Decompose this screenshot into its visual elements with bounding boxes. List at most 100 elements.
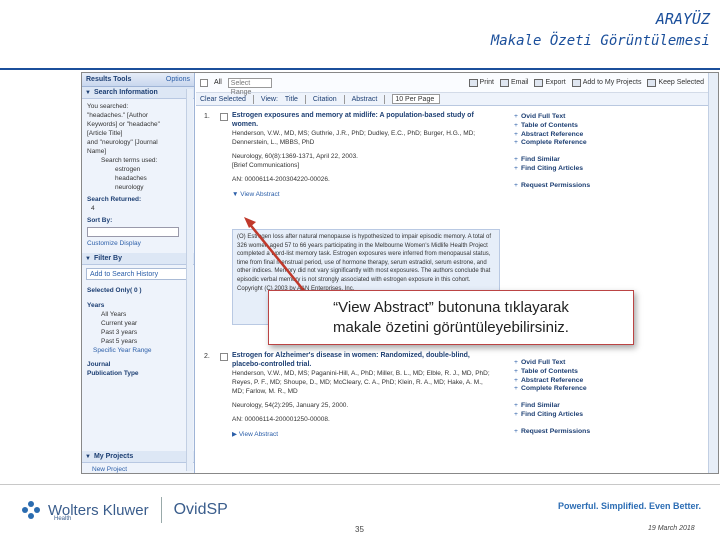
table-of-contents-link[interactable]: + Table of Contents bbox=[514, 122, 624, 131]
title-divider bbox=[0, 68, 720, 70]
sort-by-select[interactable] bbox=[87, 227, 179, 237]
result-authors: Henderson, V.W., MD, MS; Paganini-Hill, … bbox=[232, 370, 490, 395]
divider bbox=[304, 94, 306, 104]
result-number: 1. bbox=[204, 113, 210, 120]
per-page-select[interactable]: 10 Per Page bbox=[392, 94, 441, 104]
select-all-checkbox[interactable] bbox=[200, 78, 208, 87]
collapse-icon: ▼ bbox=[232, 191, 241, 198]
divider bbox=[252, 94, 254, 104]
callout-line2: makale özetini görüntüleyebilirsiniz. bbox=[333, 319, 569, 336]
result-title[interactable]: Estrogen for Alzheimer's disease in wome… bbox=[232, 351, 494, 369]
find-citing-articles-link[interactable]: + Find Citing Articles bbox=[514, 411, 624, 420]
pin-icon bbox=[647, 78, 657, 87]
you-searched-line: and "neurology" [Journal bbox=[87, 139, 158, 146]
years-option[interactable]: Past 3 years bbox=[87, 328, 189, 337]
expand-icon: ▶ bbox=[232, 431, 239, 438]
abstract-reference-link[interactable]: + Abstract Reference bbox=[514, 131, 624, 140]
find-similar-link[interactable]: + Find Similar bbox=[514, 402, 624, 411]
customize-display-link[interactable]: Customize Display bbox=[87, 239, 189, 248]
years-option[interactable]: All Years bbox=[87, 310, 189, 319]
results-tools-header: Results Tools Options bbox=[82, 73, 194, 87]
view-toolbar: Clear Selected View: Title Citation Abst… bbox=[196, 93, 708, 106]
you-searched-line: Keywords] or "headache" bbox=[87, 121, 160, 128]
title-view-link[interactable]: Title bbox=[285, 96, 298, 103]
results-toolbar: All Select Range Print Email Export Add … bbox=[196, 73, 708, 96]
export-icon bbox=[534, 78, 544, 87]
complete-reference-link[interactable]: + Complete Reference bbox=[514, 139, 624, 148]
request-permissions-link[interactable]: + Request Permissions bbox=[514, 182, 624, 191]
slide-title-line2: Makale Özeti Görüntülemesi bbox=[490, 33, 710, 49]
search-term[interactable]: headaches bbox=[87, 174, 189, 183]
result-authors: Henderson, V.W., MD, MS; Guthrie, J.R., … bbox=[232, 130, 476, 146]
result-citation: Estrogen exposures and memory at midlife… bbox=[232, 111, 494, 199]
my-projects-header[interactable]: ▼ My Projects bbox=[82, 451, 194, 463]
result-checkbox[interactable] bbox=[220, 353, 228, 361]
clear-selected-link[interactable]: Clear Selected bbox=[200, 96, 246, 103]
ovid-full-text-link[interactable]: + Ovid Full Text bbox=[514, 113, 624, 122]
email-button[interactable]: Email bbox=[499, 78, 528, 87]
search-terms-label: Search terms used: bbox=[101, 157, 158, 164]
add-to-search-history-button[interactable]: Add to Search History bbox=[86, 268, 190, 280]
find-citing-articles-link[interactable]: + Find Citing Articles bbox=[514, 165, 624, 174]
years-filter-label[interactable]: Years bbox=[87, 301, 189, 310]
abstract-reference-link[interactable]: + Abstract Reference bbox=[514, 377, 624, 386]
results-tools-title: Results Tools bbox=[86, 76, 132, 83]
search-term[interactable]: neurology bbox=[87, 183, 189, 192]
result-article-type: [Brief Communications] bbox=[232, 162, 300, 169]
view-label: View: bbox=[260, 95, 278, 103]
view-abstract-link[interactable]: ▶ View Abstract bbox=[232, 430, 494, 439]
you-searched-line: Name] bbox=[87, 148, 107, 155]
instruction-callout: “View Abstract” butonuna tıklayarak maka… bbox=[268, 290, 634, 345]
table-of-contents-link[interactable]: + Table of Contents bbox=[514, 368, 624, 377]
result-accession: AN: 00006114-200001250-00008. bbox=[232, 416, 330, 423]
result-links: + Ovid Full Text + Table of Contents + Abst… bbox=[514, 113, 624, 191]
options-link[interactable]: Options bbox=[166, 76, 190, 83]
logo-divider bbox=[160, 497, 162, 523]
publication-type-filter-label[interactable]: Publication Type bbox=[87, 369, 189, 378]
selected-only-filter[interactable]: Selected Only( 0 ) bbox=[87, 286, 189, 295]
keep-selected-button[interactable]: Keep Selected bbox=[647, 78, 704, 87]
export-button[interactable]: Export bbox=[534, 78, 566, 87]
print-button[interactable]: Print bbox=[468, 78, 494, 87]
view-abstract-link[interactable]: ▼ View Abstract bbox=[232, 190, 494, 199]
result-accession: AN: 00006114-200304220-00026. bbox=[232, 176, 330, 183]
slide-date: 19 March 2018 bbox=[648, 525, 695, 532]
journal-filter-label[interactable]: Journal bbox=[87, 360, 189, 369]
search-info-header[interactable]: ▼ Search Information bbox=[82, 87, 194, 99]
years-option[interactable]: Past 5 years bbox=[87, 337, 189, 346]
result-item: 2. Estrogen for Alzheimer's disease in w… bbox=[196, 349, 708, 473]
abstract-view-link[interactable]: Abstract bbox=[352, 96, 378, 103]
filter-by-header[interactable]: ▼ Filter By bbox=[82, 253, 194, 265]
result-checkbox[interactable] bbox=[220, 113, 228, 121]
result-journal: Neurology, 60(8):1369-1371, April 22, 20… bbox=[232, 153, 358, 160]
find-similar-link[interactable]: + Find Similar bbox=[514, 156, 624, 165]
select-range-input[interactable]: Select Range bbox=[227, 77, 272, 96]
you-searched-line: "headaches." [Author bbox=[87, 112, 148, 119]
sort-by-label: Sort By: bbox=[87, 217, 113, 224]
search-term[interactable]: estrogen bbox=[87, 165, 189, 174]
collapse-icon: ▼ bbox=[85, 89, 91, 96]
results-tools-sidebar: Results Tools Options ▼ Search Informati… bbox=[82, 73, 195, 473]
new-project-link[interactable]: New Project bbox=[92, 465, 127, 473]
footer-divider bbox=[0, 484, 720, 485]
results-scrollbar[interactable] bbox=[708, 73, 718, 473]
wolters-kluwer-logo: Wolters Kluwer Health OvidSP bbox=[22, 497, 228, 523]
search-info-body: You searched: "headaches." [Author Keywo… bbox=[82, 99, 194, 251]
add-to-my-projects-button[interactable]: Add to My Projects bbox=[571, 78, 641, 87]
result-title[interactable]: Estrogen exposures and memory at midlife… bbox=[232, 111, 494, 129]
tagline: Powerful. Simplified. Even Better. bbox=[558, 501, 702, 511]
citation-view-link[interactable]: Citation bbox=[313, 96, 337, 103]
search-returned-label: Search Returned: bbox=[87, 196, 142, 203]
sidebar-scrollbar[interactable] bbox=[186, 89, 193, 471]
request-permissions-link[interactable]: + Request Permissions bbox=[514, 428, 624, 437]
brand-subtitle: Health bbox=[54, 516, 72, 522]
page-number: 35 bbox=[355, 525, 364, 534]
complete-reference-link[interactable]: + Complete Reference bbox=[514, 385, 624, 394]
result-links: + Ovid Full Text + Table of Contents + Abst… bbox=[514, 359, 624, 437]
ovid-full-text-link[interactable]: + Ovid Full Text bbox=[514, 359, 624, 368]
you-searched-line: [Article Title] bbox=[87, 130, 123, 137]
specific-year-range-link[interactable]: Specific Year Range bbox=[87, 346, 189, 355]
all-label: All bbox=[214, 79, 222, 86]
slide-title: ARAYÜZ Makale Özeti Görüntülemesi bbox=[491, 8, 710, 52]
years-option[interactable]: Current year bbox=[87, 319, 189, 328]
